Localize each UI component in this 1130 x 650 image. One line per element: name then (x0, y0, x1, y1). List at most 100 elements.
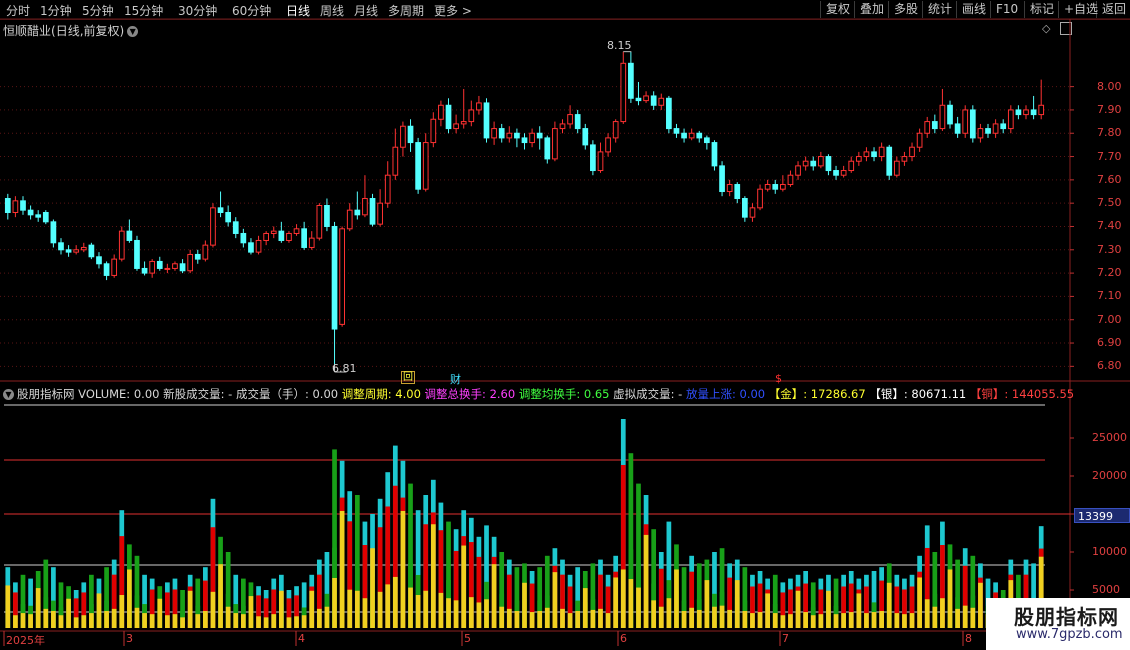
volume-bar-gold (461, 545, 467, 628)
candle-up (210, 207, 216, 246)
candle-up (476, 102, 482, 111)
date-axis-label: 8 (965, 632, 972, 645)
date-axis-label: 3 (126, 632, 133, 645)
watermark-title: 股朋指标网 (1014, 605, 1119, 629)
volume-bar-gold (423, 590, 429, 628)
candle-down (772, 184, 779, 190)
candle-down (810, 160, 817, 167)
candle-up (977, 128, 984, 139)
volume-bar-gold (218, 564, 223, 628)
volume-bar-gold (506, 608, 512, 628)
candle-up (1023, 109, 1029, 116)
candle-up (453, 123, 459, 130)
volume-bar-gold (582, 588, 588, 628)
volume-bar-gold (598, 608, 603, 628)
candle-down (58, 242, 64, 251)
volume-bar-gold (886, 582, 892, 628)
volume-bar-gold (704, 580, 710, 628)
candle-down (719, 165, 725, 193)
candle-up (400, 125, 406, 148)
candle-up (308, 237, 315, 248)
volume-bar-gold (119, 595, 125, 628)
volume-bar-gold (73, 617, 79, 628)
volume-bar-gold (628, 579, 634, 628)
candle-up (749, 207, 756, 218)
volume-bar-gold (696, 609, 702, 628)
candle-up (855, 156, 862, 162)
volume-bar-gold (651, 600, 657, 628)
volume-bar-gold (552, 572, 558, 628)
candle-down (871, 151, 877, 158)
candle-down (628, 62, 634, 99)
candle-up (924, 121, 931, 134)
candle-down (369, 198, 376, 225)
indicator-value: 虚拟成交量: - (613, 387, 686, 401)
volume-bar-gold (362, 598, 368, 628)
volume-bar-gold (233, 613, 239, 628)
indicator-value: 调整总换手: 2.60 (424, 387, 519, 401)
candle-up (552, 128, 558, 160)
volume-bar-gold (499, 606, 505, 628)
volume-bar-gold (127, 569, 132, 628)
volume-bar-gold (453, 600, 459, 628)
price-axis-label: 7.30 (1097, 242, 1122, 256)
volume-axis-label: 25000 (1092, 431, 1127, 444)
candle-up (559, 123, 566, 130)
volume-bar-gold (613, 577, 619, 628)
volume-bar-gold (902, 614, 907, 628)
candle-down (232, 221, 239, 234)
kline-chart[interactable] (0, 0, 1130, 650)
candle-up (430, 118, 437, 144)
chevron-down-icon[interactable]: ▼ (3, 389, 14, 400)
candle-up (840, 170, 847, 176)
candle-up (878, 146, 885, 158)
volume-bar-gold (666, 598, 672, 628)
volume-bar-gold (377, 591, 383, 628)
volume-bar-gold (560, 608, 565, 628)
volume-bar-gold (636, 587, 641, 628)
volume-bar-gold (446, 598, 451, 628)
volume-bar-gold (165, 615, 170, 628)
candle-down (711, 142, 718, 167)
indicator-name[interactable]: 股朋指标网 (17, 387, 75, 401)
volume-bar-gold (757, 612, 763, 628)
date-axis-label: 5 (464, 632, 471, 645)
volume-bar-gold (58, 615, 64, 628)
candle-up (111, 258, 118, 276)
candle-up (992, 123, 999, 134)
volume-bar-gold (5, 585, 11, 628)
price-axis-label: 7.50 (1097, 196, 1122, 210)
volume-bar-gold (962, 605, 968, 628)
indicator-value: 【金】: 17286.67 (768, 387, 870, 401)
watermark-logo: 股朋指标网 www.7gpzb.com (986, 598, 1130, 650)
candle-up (339, 228, 345, 325)
candle-down (50, 221, 57, 244)
volume-bar-gold (537, 610, 543, 628)
candle-up (506, 132, 513, 139)
event-marker-hui[interactable]: 回 (401, 371, 415, 384)
candle-up (939, 104, 946, 130)
candle-up (901, 156, 908, 162)
candle-down (225, 211, 232, 223)
indicator-value: 调整均换手: 0.65 (518, 387, 614, 401)
price-axis-label: 6.90 (1097, 336, 1122, 350)
candle-up (916, 132, 923, 148)
event-marker-dollar[interactable]: $ (775, 372, 782, 385)
volume-bar-gold (240, 614, 246, 628)
candle-down (194, 253, 201, 260)
candle-down (704, 137, 710, 144)
indicator-value: 【铜】: 144055.55 (969, 387, 1075, 401)
volume-bar-gold (712, 606, 717, 628)
candle-down (521, 137, 528, 144)
candle-down (536, 132, 543, 139)
candle-up (202, 244, 209, 260)
candle-down (1030, 109, 1037, 116)
candle-down (42, 211, 49, 223)
candle-down (354, 209, 361, 216)
candle-down (574, 114, 581, 130)
volume-bar-gold (134, 607, 140, 628)
date-axis-label: 7 (782, 632, 789, 645)
event-marker-cai[interactable]: 财 (450, 371, 461, 387)
volume-bar-gold (286, 617, 292, 628)
volume-bar-gold (924, 599, 930, 628)
